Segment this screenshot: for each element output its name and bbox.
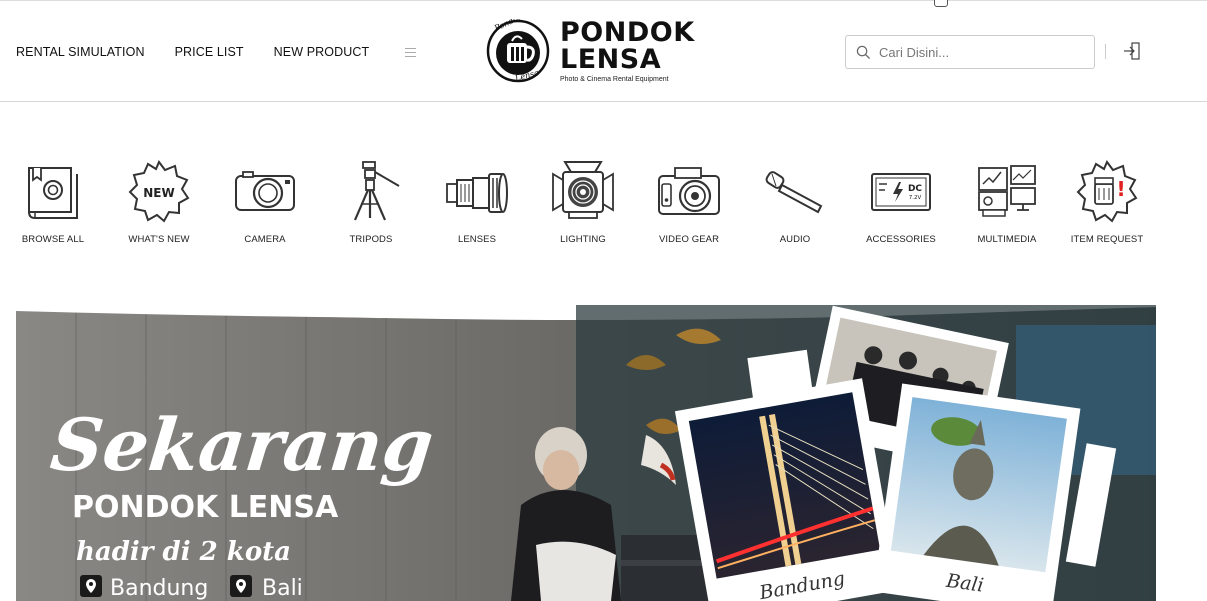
new-badge-icon: NEW xyxy=(128,160,190,223)
microphone-icon xyxy=(765,171,823,214)
logo-wordmark: PONDOK LENSA Photo & Cinema Rental Equip… xyxy=(560,19,695,83)
banner-city-bali: Bali xyxy=(262,576,303,601)
category-camera[interactable]: CAMERA xyxy=(212,160,318,245)
category-video-gear[interactable]: VIDEO GEAR xyxy=(636,160,742,245)
camera-icon xyxy=(235,171,295,211)
category-whats-new[interactable]: NEW WHAT'S NEW xyxy=(106,160,212,245)
video-camera-icon xyxy=(658,167,720,215)
site-header: RENTAL SIMULATION PRICE LIST NEW PRODUCT… xyxy=(0,0,1207,102)
banner-subline: hadir di 2 kota xyxy=(76,537,291,567)
category-label: TRIPODS xyxy=(349,234,393,245)
book-icon xyxy=(28,167,78,219)
search-input[interactable] xyxy=(879,44,1079,60)
hero-banner[interactable]: Bandung Bali Sekarang PONDOK LENSA hadir… xyxy=(16,305,1156,601)
logo-line-2: LENSA xyxy=(560,44,662,75)
category-multimedia[interactable]: MULTIMEDIA xyxy=(954,160,1060,245)
category-label: LENSES xyxy=(457,234,497,245)
request-badge-icon: ! xyxy=(1076,160,1138,223)
banner-brand: PONDOK LENSA xyxy=(72,490,339,525)
login-icon[interactable] xyxy=(1122,41,1142,61)
header-divider xyxy=(1105,44,1106,59)
svg-text:!: ! xyxy=(1116,177,1125,201)
category-label: VIDEO GEAR xyxy=(658,234,720,245)
spotlight-icon xyxy=(552,161,614,219)
nav-new-product[interactable]: NEW PRODUCT xyxy=(274,45,370,59)
battery-icon: DC 7.2V xyxy=(871,173,931,211)
svg-text:DC: DC xyxy=(908,184,922,194)
category-lenses[interactable]: LENSES xyxy=(424,160,530,245)
category-label: ACCESSORIES xyxy=(866,234,936,245)
tripod-icon xyxy=(353,161,400,221)
banner-city-bandung: Bandung xyxy=(110,576,208,601)
category-audio[interactable]: AUDIO xyxy=(742,160,848,245)
category-tripods[interactable]: TRIPODS xyxy=(318,160,424,245)
logo-tagline: Photo & Cinema Rental Equipment xyxy=(560,76,669,83)
category-bar: BROWSE ALL NEW WHAT'S NEW CAMERA TRIPODS… xyxy=(0,160,1160,260)
svg-text:NEW: NEW xyxy=(143,186,174,200)
category-label: ITEM REQUEST xyxy=(1070,234,1144,245)
category-lighting[interactable]: LIGHTING xyxy=(530,160,636,245)
hero-banner-art: Bandung Bali Sekarang PONDOK LENSA hadir… xyxy=(16,305,1156,601)
category-accessories[interactable]: DC 7.2V ACCESSORIES xyxy=(848,160,954,245)
category-label: LIGHTING xyxy=(560,234,606,245)
svg-text:7.2V: 7.2V xyxy=(909,195,922,201)
logo-line-1: PONDOK xyxy=(560,17,695,48)
search-box[interactable] xyxy=(845,35,1095,69)
category-label: BROWSE ALL xyxy=(21,234,85,245)
category-label: WHAT'S NEW xyxy=(128,234,190,245)
nav-price-list[interactable]: PRICE LIST xyxy=(175,45,244,59)
nav-rental-simulation[interactable]: RENTAL SIMULATION xyxy=(16,45,145,59)
hamburger-menu-icon[interactable] xyxy=(405,47,417,57)
search-icon xyxy=(856,45,871,59)
site-logo[interactable]: Pondok Lensa PONDOK LENSA Photo & Cinema… xyxy=(486,15,696,87)
category-browse-all[interactable]: BROWSE ALL xyxy=(0,160,106,245)
category-item-request[interactable]: ! ITEM REQUEST xyxy=(1054,160,1160,245)
category-label: AUDIO xyxy=(779,234,811,245)
category-label: MULTIMEDIA xyxy=(977,234,1037,245)
pin-icon xyxy=(80,575,102,597)
banner-headline: Sekarang xyxy=(47,403,437,488)
multimedia-icon xyxy=(978,165,1036,217)
category-label: CAMERA xyxy=(244,234,286,245)
logo-badge-icon: Pondok Lensa xyxy=(486,19,550,83)
main-nav: RENTAL SIMULATION PRICE LIST NEW PRODUCT xyxy=(16,45,417,59)
lens-icon xyxy=(446,173,508,213)
pin-icon xyxy=(230,575,252,597)
top-handle-icon[interactable] xyxy=(934,0,948,7)
